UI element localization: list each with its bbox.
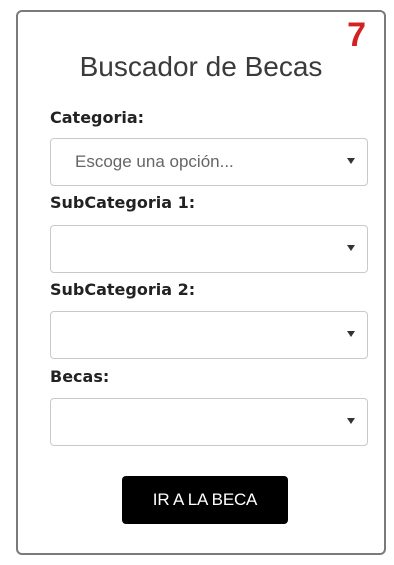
subcategoria-1-select[interactable] (50, 225, 368, 273)
caret-down-icon (347, 245, 355, 251)
caret-down-icon (347, 331, 355, 337)
subcategoria-2-select[interactable] (50, 311, 368, 359)
caret-down-icon (347, 418, 355, 424)
subcategoria-1-label: SubCategoria 1: (50, 193, 196, 212)
number-badge: 7 (347, 16, 366, 54)
caret-down-icon (347, 158, 355, 164)
subcategoria-2-label: SubCategoria 2: (50, 280, 196, 299)
scholarship-search-panel: 7 Buscador de Becas Categoria: Escoge un… (16, 10, 386, 555)
categoria-select[interactable]: Escoge una opción... (50, 138, 368, 186)
becas-label: Becas: (50, 367, 110, 386)
go-to-scholarship-button[interactable]: IR A LA BECA (122, 476, 288, 524)
becas-select[interactable] (50, 398, 368, 446)
categoria-label: Categoria: (50, 108, 145, 127)
categoria-selected-value: Escoge una opción... (75, 152, 234, 171)
panel-title: Buscador de Becas (79, 51, 323, 82)
